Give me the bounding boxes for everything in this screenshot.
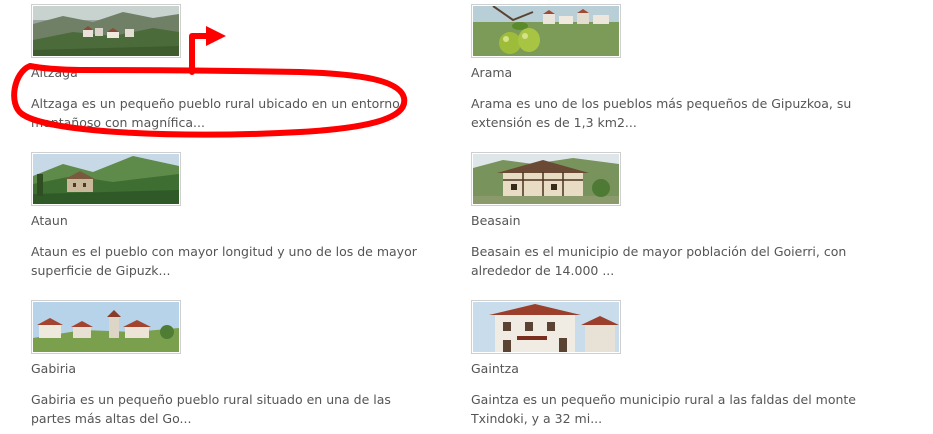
apples-photo-icon [473,6,619,56]
village-photo-icon [33,6,179,56]
town-thumbnail-arama[interactable] [471,4,621,58]
town-thumbnail-gabiria[interactable] [31,300,181,354]
town-name[interactable]: Arama [471,65,871,81]
town-description: Altzaga es un pequeño pueblo rural ubica… [31,96,400,130]
town-thumbnail-ataun[interactable] [31,152,181,206]
town-name[interactable]: Beasain [471,213,871,229]
town-name[interactable]: Gaintza [471,361,871,377]
town-name[interactable]: Altzaga [31,65,431,81]
village-photo-icon [33,302,179,352]
house-photo-icon [473,154,619,204]
town-card-altzaga: Altzaga Altzaga es un pequeño pueblo rur… [31,4,431,132]
town-card-gaintza: Gaintza Gaintza es un pequeño municipio … [471,300,871,428]
town-card-gabiria: Gabiria Gabiria es un pequeño pueblo rur… [31,300,431,428]
town-thumbnail-altzaga[interactable] [31,4,181,58]
hills-photo-icon [33,154,179,204]
town-description: Gabiria es un pequeño pueblo rural situa… [31,392,391,426]
town-name[interactable]: Ataun [31,213,431,229]
town-card-arama: Arama Arama es uno de los pueblos más pe… [471,4,871,132]
town-thumbnail-gaintza[interactable] [471,300,621,354]
town-description: Arama es uno de los pueblos más pequeños… [471,96,852,130]
town-card-ataun: Ataun Ataun es el pueblo con mayor longi… [31,152,431,280]
town-name[interactable]: Gabiria [31,361,431,377]
town-thumbnail-beasain[interactable] [471,152,621,206]
town-description: Beasain es el municipio de mayor poblaci… [471,244,847,278]
stone-house-photo-icon [473,302,619,352]
town-description: Gaintza es un pequeño municipio rural a … [471,392,856,426]
town-description: Ataun es el pueblo con mayor longitud y … [31,244,417,278]
town-card-beasain: Beasain Beasain es el municipio de mayor… [471,152,871,280]
